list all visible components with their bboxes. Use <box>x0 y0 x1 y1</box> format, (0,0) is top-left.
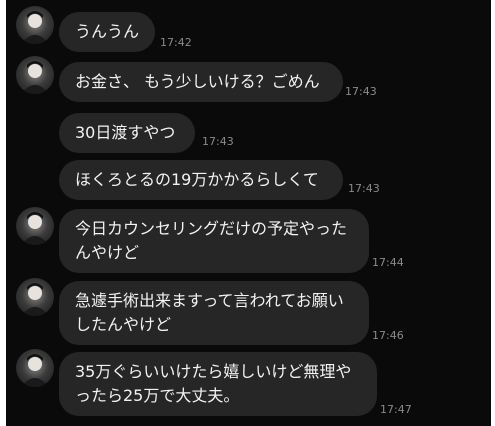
message-time: 17:46 <box>372 329 404 342</box>
message-time: 17:43 <box>345 85 377 98</box>
message-bubble[interactable]: お金さ、 もう少しいける？ごめん <box>59 62 343 102</box>
message-bubble[interactable]: 急遽手術出来ますって言われてお願い したんやけど <box>59 281 369 345</box>
avatar[interactable] <box>16 6 54 44</box>
message-bubble[interactable]: 30日渡すやつ <box>59 113 195 153</box>
message-bubble[interactable]: 35万ぐらいいけたら嬉しいけど無理や ったら25万で大丈夫。 <box>59 352 377 416</box>
message-bubble[interactable]: ほくろとるの19万かかるらしくて <box>59 160 343 200</box>
message-time: 17:44 <box>372 256 404 269</box>
message-bubble[interactable]: 今日カウンセリングだけの予定やった んやけど <box>59 209 369 273</box>
avatar[interactable] <box>16 278 54 316</box>
message-time: 17:42 <box>160 36 192 49</box>
message-time: 17:43 <box>202 135 234 148</box>
chat-screen: うんうん 17:42 お金さ、 もう少しいける？ごめん 17:43 30日渡すや… <box>6 0 491 426</box>
message-time: 17:47 <box>380 403 412 416</box>
message-bubble[interactable]: うんうん <box>59 12 155 52</box>
avatar[interactable] <box>16 207 54 245</box>
avatar[interactable] <box>16 56 54 94</box>
message-time: 17:43 <box>348 182 380 195</box>
avatar[interactable] <box>16 349 54 387</box>
